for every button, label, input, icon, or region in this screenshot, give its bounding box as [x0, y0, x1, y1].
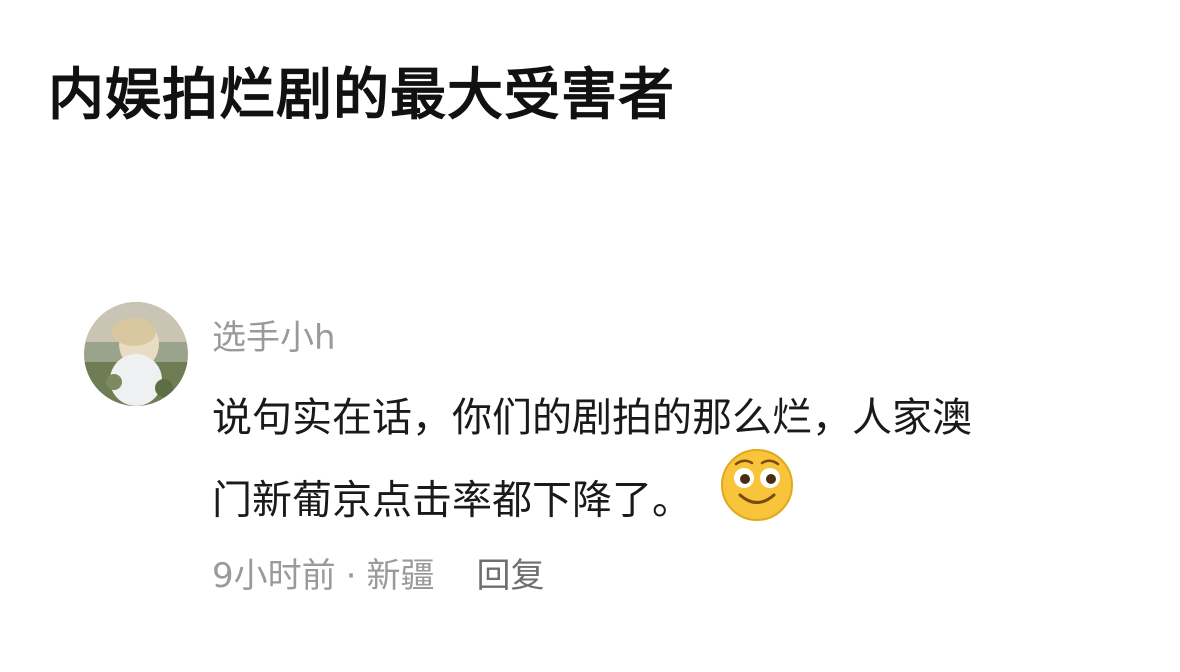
- comment-meta: 9小时前 · 新疆 回复: [212, 548, 544, 597]
- comment-card: 选手小h 说句实在话，你们的剧拍的那么烂，人家澳 门新葡京点击率都下降了。 9小…: [84, 300, 1154, 620]
- page-title: 内娱拍烂剧的最大受害者: [48, 63, 675, 128]
- smile-emoji-icon: [720, 448, 794, 545]
- comment-time: 9小时前: [212, 556, 336, 596]
- comment-text-line: 门新葡京点击率都下降了。: [212, 477, 692, 524]
- comment-text-line-with-emoji: 门新葡京点击率都下降了。: [212, 449, 1152, 551]
- username[interactable]: 选手小h: [212, 310, 336, 359]
- avatar-image: [84, 302, 188, 406]
- reply-button[interactable]: 回复: [476, 556, 544, 596]
- post-page: 内娱拍烂剧的最大受害者 选手小h 说句实在话，你们的剧拍的那么烂，人家澳 门新葡…: [0, 0, 1180, 672]
- comment-text-line: 说句实在话，你们的剧拍的那么烂，人家澳: [212, 395, 972, 441]
- avatar[interactable]: [84, 302, 188, 406]
- comment-location: 新疆: [366, 556, 435, 596]
- meta-separator: ·: [345, 556, 357, 596]
- comment-text: 说句实在话，你们的剧拍的那么烂，人家澳 门新葡京点击率都下降了。: [212, 382, 1152, 551]
